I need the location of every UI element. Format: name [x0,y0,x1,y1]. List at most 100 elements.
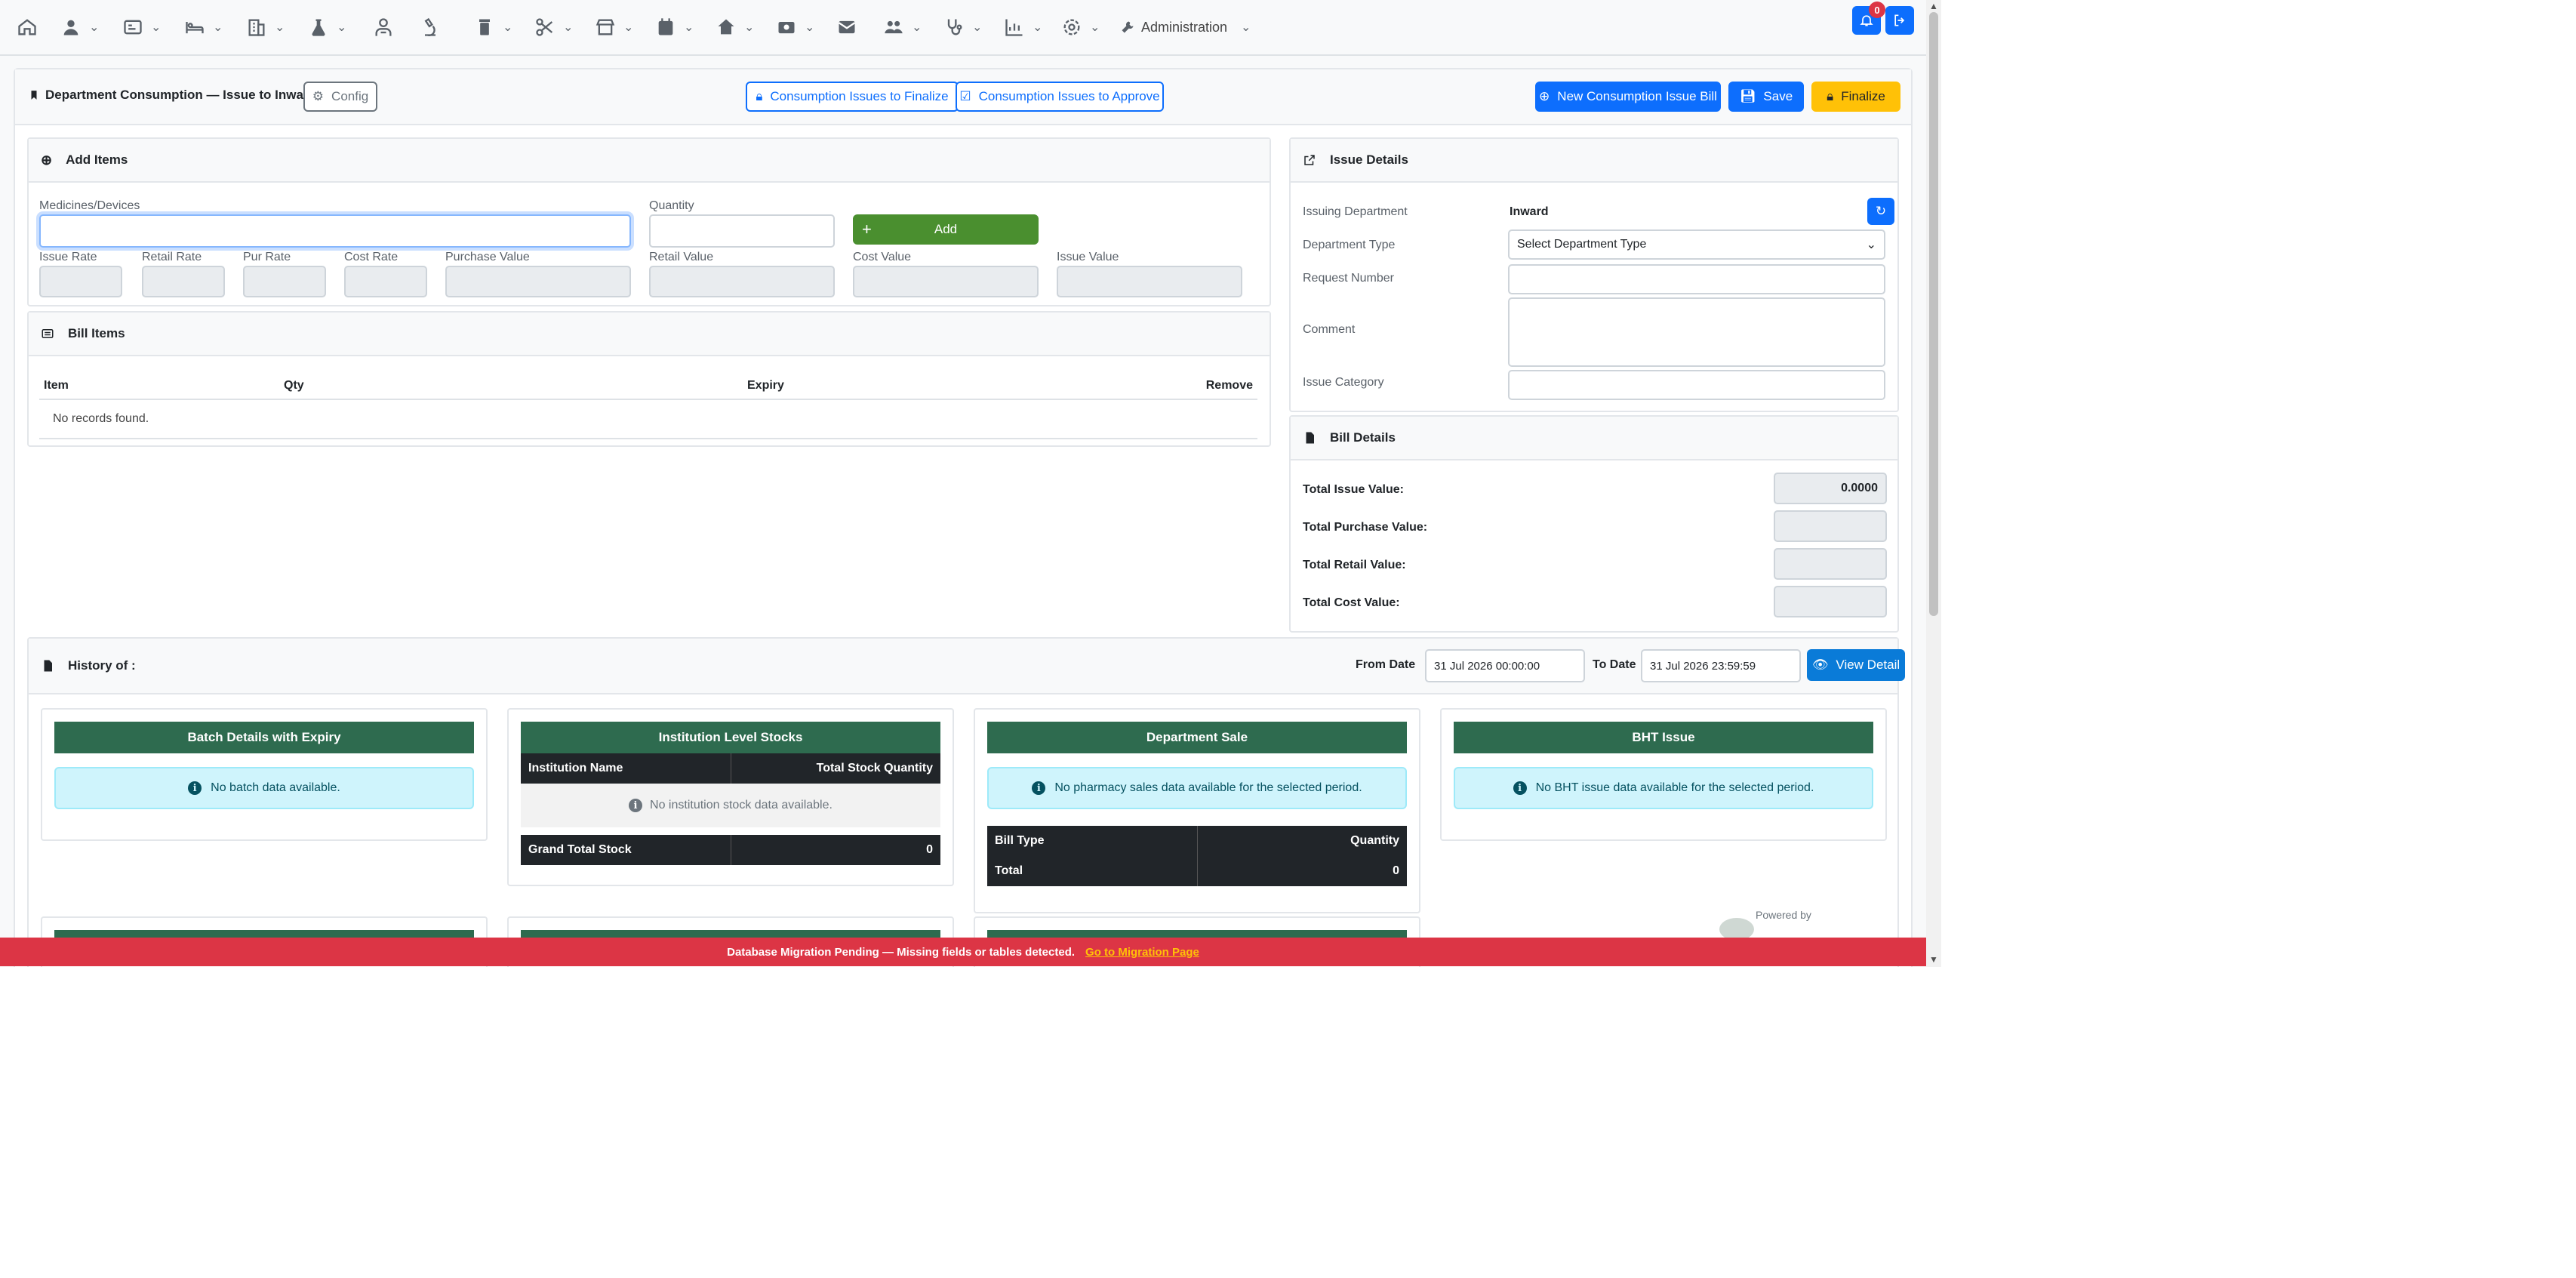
microscope-icon [424,17,435,36]
hr-menu[interactable]: ⌄ [883,14,922,41]
opd-menu[interactable]: ⌄ [122,14,161,41]
view-detail-label: View Detail [1836,657,1900,672]
scrollbar-thumb[interactable] [1929,12,1938,616]
appointment-menu[interactable]: ⌄ [655,14,694,41]
purchase-value-field [445,266,631,297]
view-detail-button[interactable]: 👁︎ View Detail [1807,649,1905,681]
notifications-button[interactable]: 0 [1852,2,1885,35]
quantity-input[interactable] [649,214,835,248]
store-menu[interactable]: ⌄ [595,14,633,41]
patient-icon [63,20,78,35]
finalize-button[interactable]: 🔒︎ Finalize [1811,82,1900,112]
department-type-select[interactable]: Select Department Type ⌄ [1508,229,1885,260]
medicines-label: Medicines/Devices [39,199,140,212]
patient-menu[interactable]: ⌄ [60,14,99,41]
page-title: Department Consumption — Issue to Inward [29,88,316,103]
inward-menu[interactable]: ⌄ [184,14,223,41]
issue-rate-label: Issue Rate [39,251,97,263]
retail-value-field [649,266,835,297]
col-remove: Remove [1205,379,1253,392]
settings-menu[interactable]: ⌄ [1061,14,1100,41]
hospital-menu[interactable]: ⌄ [246,14,285,41]
pharmacy-menu[interactable]: ⌄ [474,14,512,41]
bill-items-header: Bill Items [29,313,1270,356]
save-button[interactable]: 💾︎ Save [1728,82,1804,112]
logout-button[interactable] [1885,6,1914,35]
chevron-down-icon: ⌄ [89,21,100,34]
issue-details-title: Issue Details [1330,152,1408,167]
logout-icon [1894,14,1905,26]
finalize-label: Finalize [1841,89,1885,103]
refresh-button[interactable]: ↻ [1867,198,1894,225]
reports-menu[interactable]: ⌄ [1004,14,1042,41]
consumption-issues-to-finalize-button[interactable]: 🔒︎ Consumption Issues to Finalize [746,82,959,112]
clinic-menu[interactable]: ⌄ [716,14,754,41]
administration-menu[interactable]: Administration ⌄ [1120,14,1251,41]
chevron-down-icon: ⌄ [623,21,634,34]
history-title: History of : [68,658,136,673]
medical-menu[interactable]: ⌄ [943,14,982,41]
batch-details-title: Batch Details with Expiry [54,722,474,753]
chevron-down-icon: ⌄ [1241,21,1251,34]
lab-menu[interactable]: ⌄ [308,14,346,41]
info-icon: i [1032,781,1046,795]
new-bill-label: New Consumption Issue Bill [1557,89,1717,103]
comment-textarea[interactable] [1508,297,1885,367]
grand-total-row: Grand Total Stock 0 [521,835,940,865]
bill-details-header: Bill Details [1291,417,1897,460]
home-icon[interactable] [17,14,38,41]
grand-total-value: 0 [926,843,933,856]
file-icon [44,660,52,672]
issue-category-input[interactable] [1508,370,1885,400]
chevron-down-icon: ⌄ [1090,21,1100,34]
institution-table-header: Institution Name Total Stock Quantity [521,753,940,784]
batch-empty-alert: i No batch data available. [54,767,474,809]
total-issue-value: 0.0000 [1841,482,1878,494]
channel-menu[interactable]: ⌄ [776,14,814,41]
approve-list-label: Consumption Issues to Approve [978,89,1160,103]
request-number-input[interactable] [1508,264,1885,294]
total-stock-quantity-col: Total Stock Quantity [816,762,933,774]
go-to-migration-link[interactable]: Go to Migration Page [1085,946,1199,959]
powered-by-label: Powered by [1756,909,1811,921]
vertical-scrollbar[interactable]: ▲ ▼ [1926,0,1941,967]
from-date-input[interactable]: 31 Jul 2026 00:00:00 [1425,649,1585,682]
history-card: History of : From Date 31 Jul 2026 00:00… [27,637,1905,967]
gear-icon [1063,19,1080,35]
config-button[interactable]: ⚙ Config [303,82,377,112]
chevron-down-icon: ⌄ [275,21,285,34]
store-icon [596,19,615,35]
pharmacy-icon [479,19,490,35]
info-icon: i [629,799,643,812]
to-date-input[interactable]: 31 Jul 2026 23:59:59 [1641,649,1801,682]
mail-menu[interactable] [836,14,857,41]
info-icon: i [1513,781,1527,795]
doctor-menu[interactable] [373,14,394,41]
request-number-label: Request Number [1303,272,1394,285]
add-item-button[interactable]: + Add [853,214,1039,245]
new-consumption-issue-bill-button[interactable]: ⊕ New Consumption Issue Bill [1535,82,1721,112]
pur-rate-field [243,266,326,297]
notification-count-badge: 0 [1869,2,1885,18]
microscope-menu[interactable] [420,14,441,41]
retail-value-label: Retail Value [649,251,714,263]
institution-stocks-title: Institution Level Stocks [521,722,940,753]
wrench-icon [1122,21,1134,33]
consumption-issues-to-approve-button[interactable]: ☑ Consumption Issues to Approve [956,82,1164,112]
chevron-down-icon: ⌄ [1866,239,1876,251]
plus-icon: + [862,220,872,239]
scroll-up-icon[interactable]: ▲ [1926,0,1941,12]
issuing-department-label: Issuing Department [1303,205,1408,218]
bill-items-card: Bill Items Item Qty Expiry Remove No rec… [27,311,1271,447]
bill-details-title: Bill Details [1330,430,1396,445]
medicines-search-input[interactable] [39,214,631,248]
department-sale-total-value: 0 [1393,864,1399,877]
save-label: Save [1763,89,1793,103]
scroll-down-icon[interactable]: ▼ [1926,953,1941,965]
total-cost-field [1774,586,1887,617]
theatre-menu[interactable]: ⌄ [534,14,573,41]
main-panel: Department Consumption — Issue to Inward… [14,68,1913,967]
col-qty: Qty [284,379,304,392]
chevron-down-icon: ⌄ [684,21,694,34]
eye-icon: 👁︎ [1811,657,1829,672]
